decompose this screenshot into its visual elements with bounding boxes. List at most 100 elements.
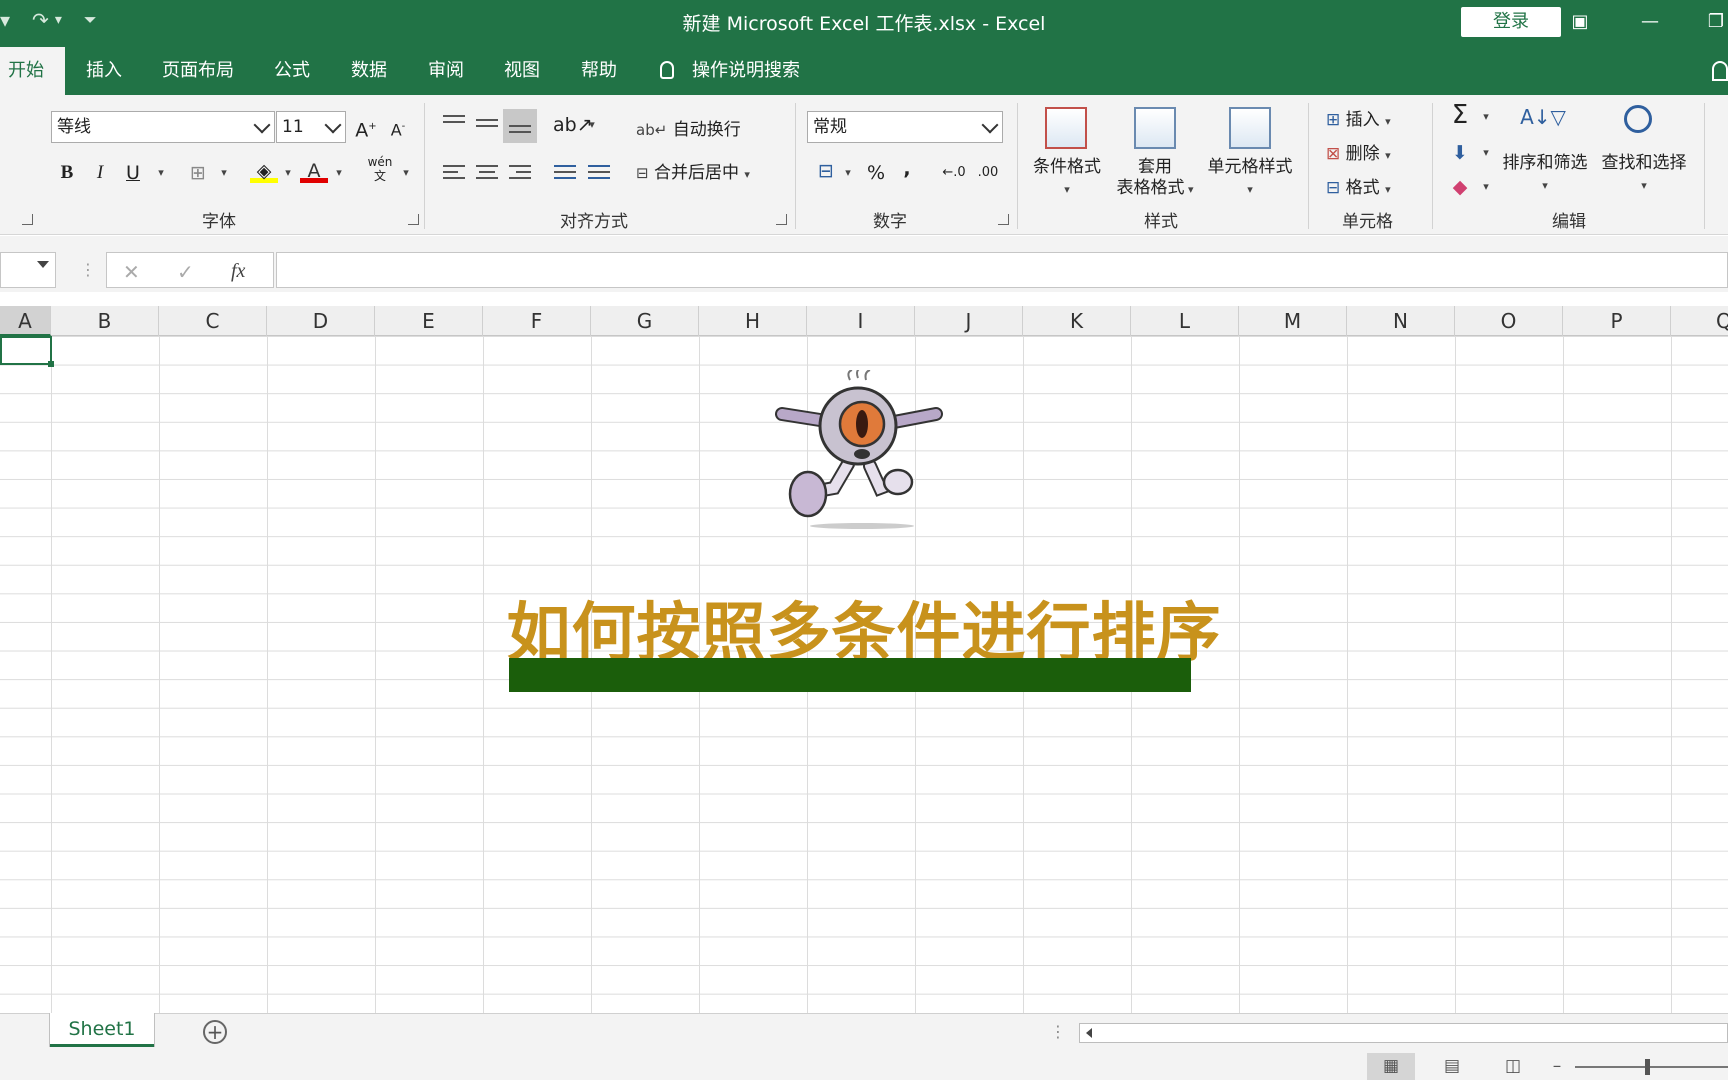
align-bottom-button[interactable] — [503, 109, 537, 143]
font-size-combo[interactable]: 11 — [276, 111, 346, 143]
orientation-icon[interactable]: ab↗ — [553, 111, 593, 139]
column-header[interactable]: B — [51, 306, 159, 336]
sort-filter-button[interactable]: 排序和筛选 ▾ — [1498, 153, 1592, 196]
column-header[interactable]: H — [699, 306, 807, 336]
eraser-icon[interactable]: ◆ — [1446, 173, 1474, 201]
minimize-icon[interactable]: — — [1630, 8, 1670, 36]
align-middle-icon[interactable] — [476, 119, 498, 135]
maximize-icon[interactable]: ❐ — [1696, 8, 1728, 36]
sheet-tab[interactable]: Sheet1 — [50, 1013, 154, 1047]
fill-dropdown-icon[interactable]: ▾ — [1472, 139, 1500, 167]
column-header[interactable]: I — [807, 306, 915, 336]
column-header[interactable]: M — [1239, 306, 1347, 336]
tab-view[interactable]: 视图 — [494, 47, 550, 95]
merge-center-button[interactable]: ⊟ 合并后居中 ▾ — [636, 158, 750, 183]
ribbon-display-options-icon[interactable]: ▣ — [1560, 8, 1600, 36]
increase-font-size-icon[interactable]: A+ — [352, 113, 380, 141]
italic-button[interactable]: I — [86, 159, 114, 187]
font-launcher-icon[interactable] — [408, 214, 419, 225]
phonetic-dropdown-icon[interactable]: ▾ — [392, 159, 420, 187]
increase-decimal-icon[interactable]: ←.0 — [940, 159, 968, 187]
decrease-decimal-icon[interactable]: .00 — [974, 159, 1002, 187]
login-button[interactable]: 登录 — [1461, 7, 1561, 37]
comma-button[interactable]: , — [893, 155, 921, 183]
cancel-icon[interactable]: ✕ — [123, 260, 140, 284]
zoom-slider-thumb[interactable] — [1645, 1059, 1650, 1075]
zoom-slider[interactable] — [1575, 1066, 1728, 1068]
name-box[interactable] — [0, 252, 56, 288]
decrease-indent-icon[interactable] — [554, 165, 576, 181]
align-top-icon[interactable] — [443, 115, 465, 131]
magnifier-icon[interactable] — [1624, 105, 1652, 133]
format-as-table-button[interactable]: 套用 表格格式 ▾ — [1108, 157, 1202, 200]
column-header[interactable]: K — [1023, 306, 1131, 336]
clear-dropdown-icon[interactable]: ▾ — [1472, 173, 1500, 201]
column-header[interactable]: E — [375, 306, 483, 336]
bold-button[interactable]: B — [53, 159, 81, 187]
tell-me-search[interactable]: 操作说明搜索 — [660, 47, 800, 95]
autosum-icon[interactable]: Σ — [1446, 101, 1474, 129]
horizontal-scrollbar[interactable] — [1079, 1023, 1728, 1043]
orientation-dropdown-icon[interactable]: ▾ — [578, 111, 606, 139]
column-header[interactable]: C — [159, 306, 267, 336]
alignment-launcher-icon[interactable] — [776, 214, 787, 225]
number-format-combo[interactable]: 常规 — [807, 111, 1003, 143]
wrap-text-button[interactable]: ab↵ 自动换行 — [636, 115, 741, 140]
tab-insert[interactable]: 插入 — [76, 47, 132, 95]
borders-icon[interactable]: ⊞ — [184, 159, 212, 187]
insert-function-icon[interactable]: fx — [231, 260, 245, 283]
align-center-icon[interactable] — [476, 165, 498, 181]
page-break-view-icon[interactable]: ◫ — [1489, 1053, 1537, 1080]
increase-indent-icon[interactable] — [588, 165, 610, 181]
fill-color-dropdown-icon[interactable]: ▾ — [274, 159, 302, 187]
normal-view-icon[interactable]: ▦ — [1367, 1053, 1415, 1080]
grip-icon[interactable]: ⋮ — [80, 260, 96, 279]
find-select-button[interactable]: 查找和选择 ▾ — [1596, 153, 1692, 196]
insert-cells-button[interactable]: ⊞ 插入 ▾ — [1326, 105, 1391, 130]
column-header[interactable]: L — [1131, 306, 1239, 336]
column-header[interactable]: Q — [1671, 306, 1728, 336]
autosum-dropdown-icon[interactable]: ▾ — [1472, 103, 1500, 131]
zoom-out-icon[interactable]: – — [1542, 1053, 1572, 1080]
decrease-font-size-icon[interactable]: A- — [384, 113, 412, 141]
clipboard-launcher-icon[interactable] — [22, 214, 33, 225]
page-layout-view-icon[interactable]: ▤ — [1428, 1053, 1476, 1080]
tab-data[interactable]: 数据 — [341, 47, 397, 95]
tab-formulas[interactable]: 公式 — [264, 47, 320, 95]
add-sheet-icon[interactable]: + — [203, 1020, 227, 1044]
sort-filter-icon[interactable]: A↓▽ — [1520, 103, 1566, 131]
align-right-icon[interactable] — [509, 165, 531, 181]
enter-check-icon[interactable]: ✓ — [177, 260, 194, 284]
underline-button[interactable]: U — [119, 159, 147, 187]
phonetic-guide-icon[interactable]: wén 文 — [366, 155, 394, 183]
column-header[interactable]: D — [267, 306, 375, 336]
align-left-icon[interactable] — [443, 165, 465, 181]
font-name-combo[interactable]: 等线 — [51, 111, 275, 143]
column-header[interactable]: A — [0, 306, 51, 336]
format-as-table-icon[interactable] — [1134, 107, 1176, 149]
underline-dropdown-icon[interactable]: ▾ — [147, 159, 175, 187]
split-grip-icon[interactable]: ⋮ — [1050, 1022, 1066, 1041]
column-header[interactable]: G — [591, 306, 699, 336]
format-cells-button[interactable]: ⊟ 格式 ▾ — [1326, 173, 1391, 198]
cell-styles-icon[interactable] — [1229, 107, 1271, 149]
column-header[interactable]: P — [1563, 306, 1671, 336]
column-header[interactable]: J — [915, 306, 1023, 336]
cell-styles-button[interactable]: 单元格样式 ▾ — [1202, 157, 1298, 200]
conditional-formatting-button[interactable]: 条件格式 ▾ — [1030, 157, 1104, 200]
delete-cells-button[interactable]: ⊠ 删除 ▾ — [1326, 139, 1391, 164]
conditional-formatting-icon[interactable] — [1045, 107, 1087, 149]
column-header[interactable]: N — [1347, 306, 1455, 336]
active-cell[interactable] — [0, 336, 54, 367]
tab-home[interactable]: 开始 — [0, 47, 65, 95]
percent-button[interactable]: % — [862, 159, 890, 187]
column-header[interactable]: F — [483, 306, 591, 336]
tab-help[interactable]: 帮助 — [571, 47, 627, 95]
formula-input[interactable] — [276, 252, 1728, 288]
share-person-icon[interactable] — [1712, 61, 1728, 81]
merge-dropdown-icon[interactable]: ▾ — [744, 168, 750, 181]
borders-dropdown-icon[interactable]: ▾ — [210, 159, 238, 187]
scroll-left-icon[interactable] — [1086, 1028, 1092, 1038]
accounting-dropdown-icon[interactable]: ▾ — [834, 159, 862, 187]
number-launcher-icon[interactable] — [998, 214, 1009, 225]
